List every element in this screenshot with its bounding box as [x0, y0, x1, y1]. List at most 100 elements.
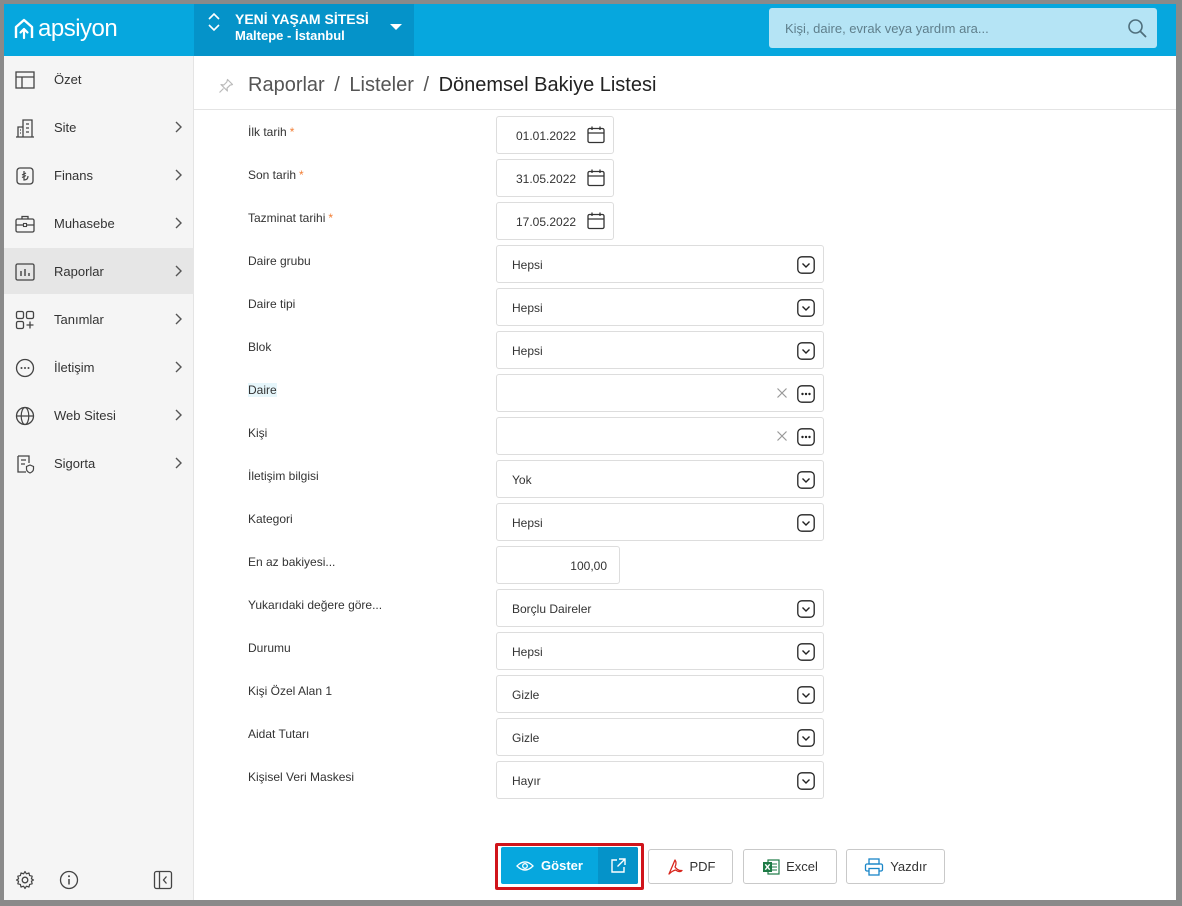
field-label-daire-grubu: Daire grubu [248, 254, 311, 268]
info-icon[interactable] [59, 870, 79, 890]
more-options-icon[interactable] [797, 385, 815, 403]
sidebar-item-web-sitesi[interactable]: Web Sitesi [4, 392, 194, 438]
tazminat-tarihi-field[interactable]: 17.05.2022 [496, 202, 614, 240]
blok-select[interactable]: Hepsi [496, 331, 824, 369]
sidebar-item-ozet[interactable]: Özet [4, 56, 194, 102]
iletisim-bilgisi-select[interactable]: Yok [496, 460, 824, 498]
durumu-select[interactable]: Hepsi [496, 632, 824, 670]
sidebar-item-label: Raporlar [54, 264, 104, 279]
briefcase-icon [15, 215, 35, 233]
field-value: Gizle [512, 731, 540, 745]
en-az-bakiyesi-input[interactable]: 100,00 [496, 546, 620, 584]
kisisel-veri-maskesi-select[interactable]: Hayır [496, 761, 824, 799]
logo[interactable]: apsiyon [12, 14, 118, 44]
breadcrumb-separator: / [334, 74, 340, 96]
open-new-window-button[interactable] [598, 847, 638, 884]
building-icon [16, 119, 34, 138]
kategori-select[interactable]: Hepsi [496, 503, 824, 541]
breadcrumb-raporlar[interactable]: Raporlar [248, 74, 325, 96]
sidebar-item-raporlar[interactable]: Raporlar [4, 248, 194, 294]
show-button[interactable]: Göster [501, 847, 598, 884]
summary-icon [15, 71, 35, 89]
collapse-sidebar-icon[interactable] [153, 870, 173, 890]
sidebar-item-finans[interactable]: Finans [4, 152, 194, 198]
field-label-kisi: Kişi [248, 426, 268, 440]
chevron-up-icon[interactable] [208, 12, 220, 20]
lira-icon [16, 167, 34, 185]
sidebar-item-site[interactable]: Site [4, 104, 194, 150]
sidebar-item-label: Site [54, 120, 77, 135]
field-label-son-tarih: Son tarih * [248, 168, 304, 182]
excel-button-label: Excel [786, 859, 818, 874]
chevron-right-icon [175, 169, 182, 181]
search-input[interactable] [769, 8, 1157, 48]
page-title: Dönemsel Bakiye Listesi [438, 74, 657, 96]
breadcrumb-listeler[interactable]: Listeler [349, 74, 413, 96]
field-value: 17.05.2022 [516, 215, 577, 229]
field-label-daire-tipi: Daire tipi [248, 297, 296, 311]
sidebar-item-muhasebe[interactable]: Muhasebe [4, 200, 194, 246]
chat-icon [15, 358, 35, 378]
more-options-icon[interactable] [797, 428, 815, 446]
dropdown-chevron-icon[interactable] [797, 686, 815, 704]
pin-icon[interactable] [218, 78, 234, 94]
show-button-label: Göster [541, 858, 583, 873]
calendar-icon[interactable] [586, 125, 606, 145]
chevron-down-icon[interactable] [208, 24, 220, 32]
sidebar-footer [4, 860, 194, 900]
daire-grubu-select[interactable]: Hepsi [496, 245, 824, 283]
breadcrumb: Raporlar / Listeler / Dönemsel Bakiye Li… [248, 74, 656, 97]
pdf-button[interactable]: PDF [648, 849, 733, 884]
gear-icon[interactable] [15, 870, 35, 890]
ilk-tarih-field[interactable]: 01.01.2022 [496, 116, 614, 154]
kisi-lookup[interactable] [496, 417, 824, 455]
chevron-right-icon [175, 409, 182, 421]
sidebar-item-iletisim[interactable]: İletişim [4, 344, 194, 390]
print-button[interactable]: Yazdır [846, 849, 945, 884]
sidebar-item-label: Muhasebe [54, 216, 115, 231]
dropdown-chevron-icon[interactable] [797, 299, 815, 317]
search-box[interactable] [769, 8, 1157, 48]
sidebar-item-sigorta[interactable]: Sigorta [4, 440, 194, 486]
caret-down-icon[interactable] [390, 24, 402, 30]
home-arrow-icon [14, 18, 34, 40]
kisi-ozel-alan-1-select[interactable]: Gizle [496, 675, 824, 713]
search-icon[interactable] [1127, 18, 1147, 38]
field-label-ilk-tarih: İlk tarih * [248, 125, 295, 139]
excel-button[interactable]: Excel [743, 849, 837, 884]
dropdown-chevron-icon[interactable] [797, 643, 815, 661]
dropdown-chevron-icon[interactable] [797, 600, 815, 618]
dropdown-chevron-icon[interactable] [797, 342, 815, 360]
breadcrumb-separator: / [423, 74, 429, 96]
field-label-yukaridaki-degere-gore: Yukarıdaki değere göre... [248, 598, 383, 612]
clear-icon[interactable] [776, 387, 788, 399]
clear-icon[interactable] [776, 430, 788, 442]
insurance-icon [17, 455, 35, 474]
site-location: Maltepe - İstanbul [235, 28, 345, 43]
aidat-tutari-select[interactable]: Gizle [496, 718, 824, 756]
dropdown-chevron-icon[interactable] [797, 514, 815, 532]
dropdown-chevron-icon[interactable] [797, 471, 815, 489]
daire-lookup[interactable] [496, 374, 824, 412]
calendar-icon[interactable] [586, 211, 606, 231]
sidebar-item-label: Sigorta [54, 456, 96, 471]
dropdown-chevron-icon[interactable] [797, 729, 815, 747]
sidebar-item-label: Finans [54, 168, 94, 183]
dropdown-chevron-icon[interactable] [797, 256, 815, 274]
dropdown-chevron-icon[interactable] [797, 772, 815, 790]
page-header: Raporlar / Listeler / Dönemsel Bakiye Li… [194, 56, 1176, 110]
app-window: apsiyon YENİ YAŞAM SİTESİ Maltepe - İsta… [4, 4, 1176, 900]
son-tarih-field[interactable]: 31.05.2022 [496, 159, 614, 197]
field-value: Yok [512, 473, 532, 487]
site-switcher[interactable]: YENİ YAŞAM SİTESİ Maltepe - İstanbul [194, 4, 414, 56]
calendar-icon[interactable] [586, 168, 606, 188]
daire-tipi-select[interactable]: Hepsi [496, 288, 824, 326]
excel-icon [763, 858, 780, 875]
sidebar-item-tanimlar[interactable]: Tanımlar [4, 296, 194, 342]
yukaridaki-degere-gore-select[interactable]: Borçlu Daireler [496, 589, 824, 627]
field-label-iletisim-bilgisi: İletişim bilgisi [248, 469, 319, 483]
sidebar-item-label: Web Sitesi [54, 408, 116, 423]
field-value: Hepsi [512, 645, 543, 659]
field-label-kisi-ozel-alan-1: Kişi Özel Alan 1 [248, 684, 333, 698]
field-value: Gizle [512, 688, 540, 702]
